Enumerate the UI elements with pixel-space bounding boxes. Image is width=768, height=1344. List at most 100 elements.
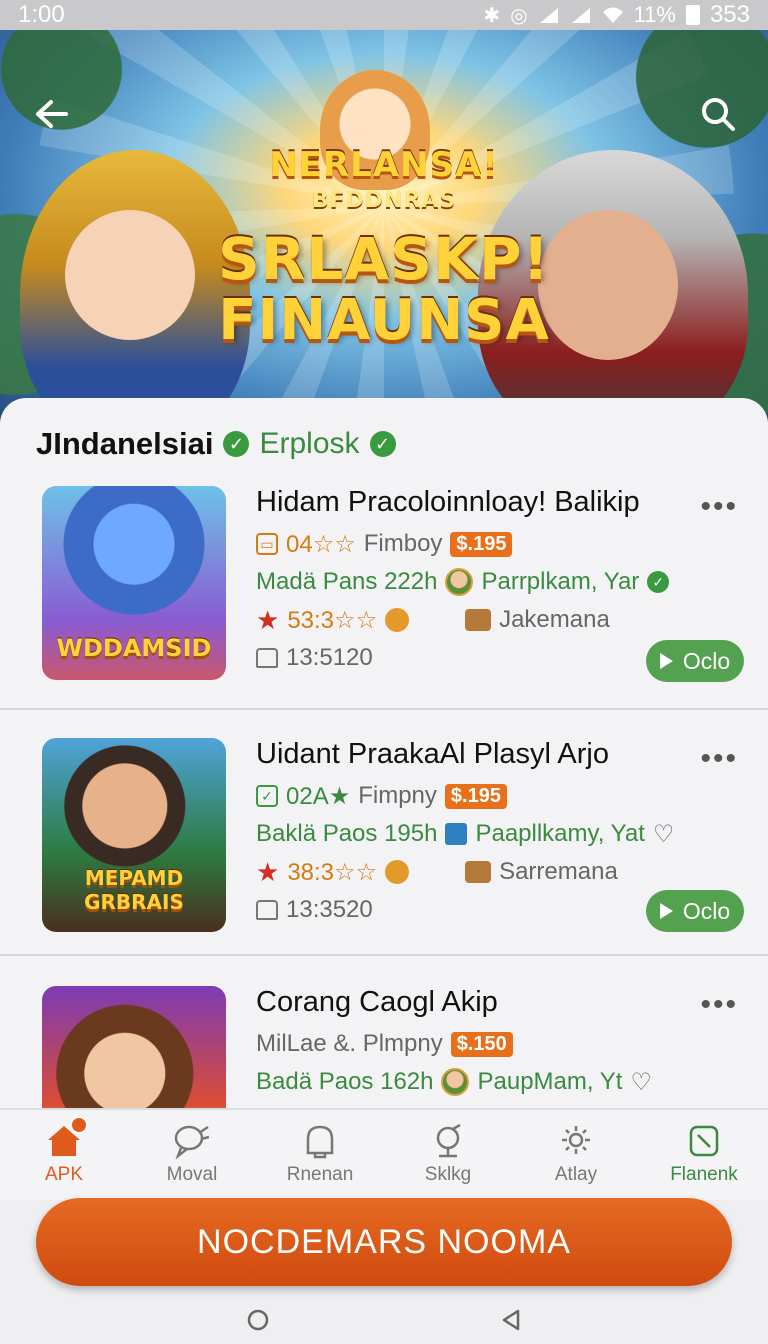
game-category: Jakemana <box>499 606 610 633</box>
star-icon: ★ <box>256 604 280 635</box>
play-button-label: Oclo <box>682 647 731 674</box>
nav-item-sklkg[interactable]: Sklkg <box>384 1110 512 1200</box>
developer-avatar <box>445 823 468 845</box>
rating-code: 04☆☆ <box>286 530 356 558</box>
game-score-row: ★ 38:3☆☆ Sarremana <box>256 853 748 891</box>
nav-label: Atlay <box>554 1164 598 1185</box>
game-card[interactable]: Corang Caogl Akip MilLae &. Plmpny $.150… <box>0 954 768 1110</box>
game-card[interactable]: MEPAMD GRBRAIS Uidant PraakaAl Plasyl Ar… <box>0 708 768 958</box>
coin-icon <box>385 608 410 632</box>
verified-icon-2: ✓ <box>369 431 396 457</box>
developer-avatar <box>445 568 474 596</box>
system-nav-bar <box>0 1296 768 1344</box>
home-circle-icon[interactable] <box>246 1308 270 1332</box>
search-button[interactable] <box>696 92 740 136</box>
nav-item-flanenk[interactable]: Flanenk <box>640 1110 768 1200</box>
game-thumbnail[interactable]: MEPAMD GRBRAIS <box>42 738 226 932</box>
price-badge: $.150 <box>450 1031 513 1057</box>
game-score-row: ★ 53:3☆☆ Jakemana <box>256 601 748 639</box>
price-badge: $.195 <box>444 783 507 809</box>
game-rating-row: ▭ 04☆☆ Fimboy $.195 <box>256 525 748 563</box>
bookmark-icon <box>685 1122 723 1160</box>
notification-badge <box>70 1116 88 1134</box>
nav-label: Sklkg <box>424 1164 472 1185</box>
gear-icon <box>557 1122 595 1160</box>
game-time: 13:5120 <box>286 644 373 671</box>
battery-level: 353 <box>709 1 750 28</box>
back-button[interactable] <box>30 92 74 136</box>
nav-label: Moval <box>166 1164 218 1185</box>
more-options-button[interactable]: ••• <box>700 742 738 776</box>
wifi-icon <box>602 7 623 23</box>
arrow-left-icon <box>36 100 68 128</box>
game-title: Hidam Pracoloinnloay! Balikip <box>256 486 640 518</box>
thumbnail-label: WDDAMSID <box>56 634 212 662</box>
nav-item-rnenan[interactable]: Rnenan <box>256 1110 384 1200</box>
game-title: Corang Caogl Akip <box>256 986 498 1018</box>
content-sheet: JIndanelsiai ✓ Erplosk ✓ WDDAMSID Hidam … <box>0 398 768 1110</box>
status-bar: 1:00 ✱ ◎ 11% 353 <box>0 0 768 30</box>
alarm-icon: ◎ <box>510 4 528 27</box>
game-meta-row: Badä Paos 162h PaupMam, Yt ♡ <box>256 1063 748 1101</box>
clock-icon <box>256 900 278 920</box>
nav-item-moval[interactable]: Moval <box>128 1110 256 1200</box>
section-title: JIndanelsiai <box>36 426 214 461</box>
game-time: 13:3520 <box>286 896 373 923</box>
hero-title: SRLASKP! <box>218 225 550 293</box>
heart-icon[interactable]: ♡ <box>653 820 675 849</box>
verified-icon: ✓ <box>647 571 670 593</box>
hero-subtitle-2: BFDDNRAS <box>311 188 457 213</box>
game-rating-row: ✓ 02A★ Fimpny $.195 <box>256 777 748 815</box>
verified-icon: ✓ <box>223 431 250 457</box>
developer-avatar <box>441 1068 470 1096</box>
game-rating-row: MilLae &. Plmpny $.150 <box>256 1025 748 1063</box>
primary-cta-button[interactable]: NOCDEMARS NOOMA <box>36 1198 732 1286</box>
developer-name: PaupMam, Yt <box>477 1068 623 1095</box>
more-options-button[interactable]: ••• <box>700 988 738 1022</box>
game-score: 53:3☆☆ <box>287 606 378 634</box>
game-thumbnail[interactable] <box>42 986 226 1110</box>
game-meta: Badä Paos 162h <box>256 1068 434 1095</box>
developer-name: Paapllkamy, Yat <box>475 820 645 847</box>
app-root: 1:00 ✱ ◎ 11% 353 NERLANSA! BFDDNRAS SRLA… <box>0 0 768 1344</box>
game-card[interactable]: WDDAMSID Hidam Pracoloinnloay! Balikip ▭… <box>0 468 768 718</box>
nav-item-atlay[interactable]: Atlay <box>512 1110 640 1200</box>
game-info: Corang Caogl Akip MilLae &. Plmpny $.150… <box>256 986 748 1101</box>
play-button[interactable]: Oclo <box>646 890 744 932</box>
nav-item-apk[interactable]: APK <box>0 1110 128 1200</box>
chest-icon <box>465 609 492 631</box>
chest-icon <box>465 861 492 883</box>
game-title: Uidant PraakaAl Plasyl Arjo <box>256 738 609 770</box>
play-button-label: Oclo <box>682 897 731 924</box>
rating-code: 02A★ <box>286 782 351 810</box>
price-badge: $.195 <box>450 531 513 557</box>
more-options-button[interactable]: ••• <box>700 490 738 524</box>
bell-icon <box>301 1122 339 1160</box>
signal-icon-2 <box>571 8 590 23</box>
bottom-nav: APK Moval Rnenan Sklkg Atlay Flanenk <box>0 1108 768 1200</box>
heart-icon[interactable]: ♡ <box>630 1068 652 1097</box>
play-button[interactable]: Oclo <box>646 640 744 682</box>
game-meta-row: Baklä Paos 195h Paapllkamy, Yat ♡ <box>256 815 748 853</box>
status-icons: ✱ ◎ 11% 353 <box>483 1 750 29</box>
game-category: Sarremana <box>499 858 618 885</box>
star-icon: ★ <box>256 856 280 887</box>
nav-label: APK <box>44 1164 84 1185</box>
thumbnail-label: MEPAMD GRBRAIS <box>84 866 184 914</box>
game-thumbnail[interactable]: WDDAMSID <box>42 486 226 680</box>
hero-title-2: FINAUNSA <box>218 288 550 353</box>
bluetooth-icon: ✱ <box>483 4 501 27</box>
battery-percent: 11% <box>633 2 676 27</box>
play-icon <box>659 903 673 919</box>
search-icon <box>702 98 735 131</box>
publisher: Fimboy <box>363 530 443 557</box>
back-triangle-icon[interactable] <box>500 1308 522 1332</box>
gamepad-icon <box>429 1122 467 1160</box>
game-score: 38:3☆☆ <box>287 858 378 886</box>
nav-label: Rnenan <box>286 1164 354 1185</box>
coin-icon <box>385 860 410 884</box>
section-tag: Erplosk <box>259 427 360 460</box>
nav-label: Flanenk <box>670 1164 738 1185</box>
play-icon <box>659 653 673 669</box>
badge-icon: ▭ <box>256 533 278 555</box>
